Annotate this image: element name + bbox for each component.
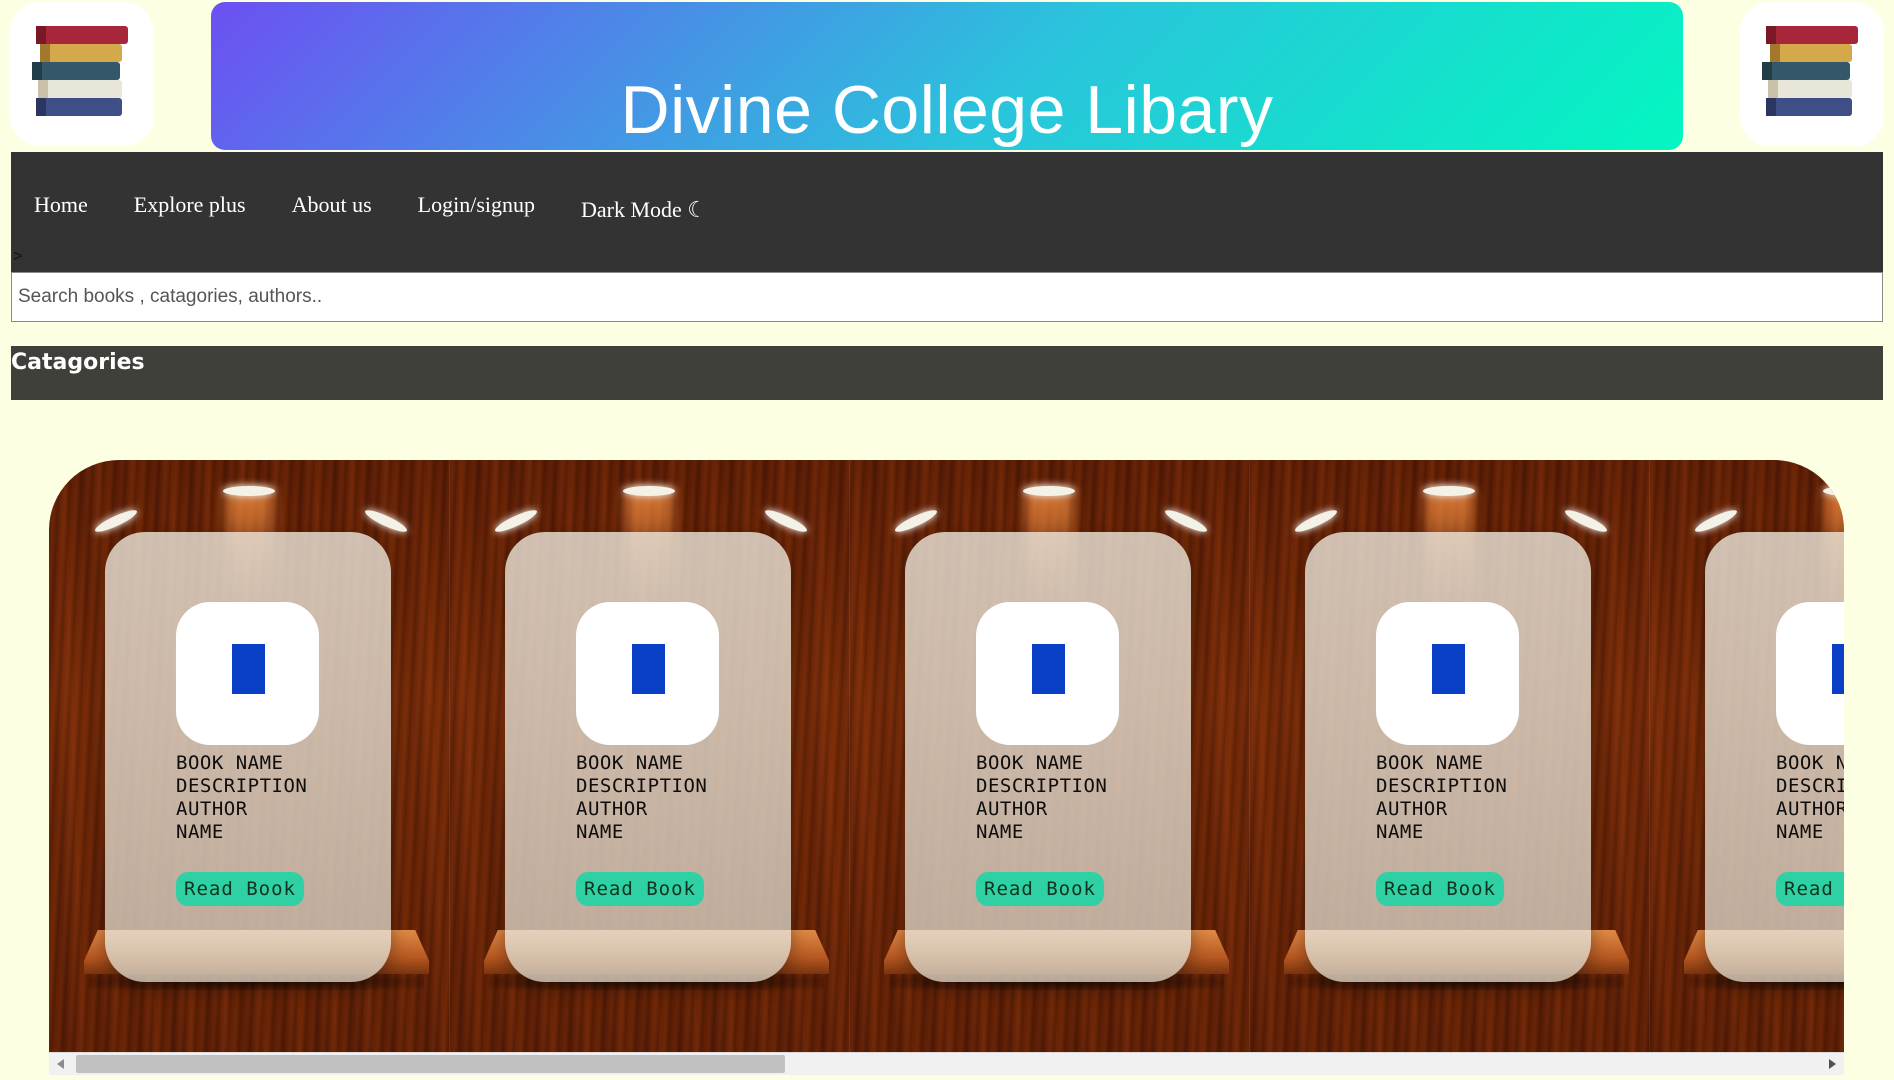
book-icon-box bbox=[1376, 602, 1519, 745]
book-info: BOOK NAME DESCRIPTION AUTHOR NAME bbox=[176, 752, 307, 844]
book-card: BOOK NAME DESCRIPTION AUTHOR NAME Read B… bbox=[905, 532, 1191, 982]
shelf-bay: BOOK NAME DESCRIPTION AUTHOR NAME Read B… bbox=[49, 460, 450, 1052]
scroll-right-arrow-icon[interactable] bbox=[1829, 1059, 1836, 1069]
lamp bbox=[893, 506, 939, 536]
book-info: BOOK NAME DESCRIPTION AUTHOR NAME bbox=[576, 752, 707, 844]
read-book-button[interactable]: Read Book bbox=[976, 872, 1104, 906]
book-author-name: NAME bbox=[176, 821, 224, 843]
bookshelf-carousel[interactable]: BOOK NAME DESCRIPTION AUTHOR NAME Read B… bbox=[49, 460, 1844, 1052]
read-book-button[interactable]: Read Book bbox=[1776, 872, 1844, 906]
search-input[interactable] bbox=[11, 272, 1883, 322]
shelf-bay: BOOK NAME DESCRIPTION AUTHOR NAME Read B… bbox=[1649, 460, 1844, 1052]
books-stack-icon bbox=[10, 2, 154, 146]
book-name: BOOK NAME bbox=[1776, 752, 1844, 774]
book-icon-box bbox=[976, 602, 1119, 745]
stray-text: > bbox=[13, 248, 23, 265]
categories-bar: Catagories bbox=[11, 346, 1883, 400]
lamp bbox=[223, 486, 275, 496]
lamp bbox=[93, 506, 139, 536]
book-description: DESCRIPTION bbox=[1376, 775, 1508, 797]
book-author: AUTHOR bbox=[976, 798, 1048, 820]
books-stack-icon bbox=[1740, 2, 1884, 146]
book-name: BOOK NAME bbox=[1376, 752, 1484, 774]
dark-mode-toggle[interactable]: Dark Mode ☾ bbox=[581, 197, 707, 223]
shelf-bay: BOOK NAME DESCRIPTION AUTHOR NAME Read B… bbox=[449, 460, 850, 1052]
lamp bbox=[763, 506, 809, 536]
lamp bbox=[1163, 506, 1209, 536]
book-author: AUTHOR bbox=[176, 798, 248, 820]
categories-heading: Catagories bbox=[11, 350, 145, 375]
book-author: AUTHOR bbox=[1376, 798, 1448, 820]
nav-item-login-signup[interactable]: Login/signup bbox=[418, 192, 535, 223]
book-card: BOOK NAME DESCRIPTION AUTHOR NAME Read B… bbox=[1705, 532, 1844, 982]
horizontal-scrollbar[interactable] bbox=[49, 1052, 1844, 1075]
nav-item-about-us[interactable]: About us bbox=[292, 192, 372, 223]
book-description: DESCRIPTION bbox=[176, 775, 308, 797]
shelf-bay: BOOK NAME DESCRIPTION AUTHOR NAME Read B… bbox=[1249, 460, 1650, 1052]
book-icon-box bbox=[176, 602, 319, 745]
book-author-name: NAME bbox=[576, 821, 624, 843]
lamp bbox=[363, 506, 409, 536]
header-banner: Divine College Libary bbox=[211, 2, 1683, 150]
book-icon bbox=[232, 644, 265, 694]
page-title: Divine College Libary bbox=[620, 72, 1274, 148]
read-book-button[interactable]: Read Book bbox=[576, 872, 704, 906]
book-author: AUTHOR bbox=[1776, 798, 1844, 820]
book-card: BOOK NAME DESCRIPTION AUTHOR NAME Read B… bbox=[105, 532, 391, 982]
book-card: BOOK NAME DESCRIPTION AUTHOR NAME Read B… bbox=[1305, 532, 1591, 982]
nav-item-explore-plus[interactable]: Explore plus bbox=[134, 192, 246, 223]
book-description: DESCRIPTION bbox=[976, 775, 1108, 797]
scroll-left-arrow-icon[interactable] bbox=[57, 1059, 64, 1069]
top-nav: Home Explore plus About us Login/signup … bbox=[11, 152, 1883, 272]
book-author-name: NAME bbox=[1776, 821, 1824, 843]
book-icon bbox=[1432, 644, 1465, 694]
book-name: BOOK NAME bbox=[176, 752, 284, 774]
book-description: DESCRIPTION bbox=[1776, 775, 1844, 797]
lamp bbox=[1293, 506, 1339, 536]
lamp bbox=[623, 486, 675, 496]
lamp bbox=[1023, 486, 1075, 496]
lamp bbox=[1423, 486, 1475, 496]
lamp bbox=[1563, 506, 1609, 536]
book-info: BOOK NAME DESCRIPTION AUTHOR NAME bbox=[1376, 752, 1507, 844]
lamp bbox=[1693, 506, 1739, 536]
book-icon-box bbox=[1776, 602, 1844, 745]
book-author-name: NAME bbox=[1376, 821, 1424, 843]
book-author-name: NAME bbox=[976, 821, 1024, 843]
read-book-button[interactable]: Read Book bbox=[1376, 872, 1504, 906]
nav-item-home[interactable]: Home bbox=[34, 192, 88, 223]
book-icon bbox=[1032, 644, 1065, 694]
read-book-button[interactable]: Read Book bbox=[176, 872, 304, 906]
book-icon bbox=[632, 644, 665, 694]
book-info: BOOK NAME DESCRIPTION AUTHOR NAME bbox=[1776, 752, 1844, 844]
book-icon-box bbox=[576, 602, 719, 745]
book-description: DESCRIPTION bbox=[576, 775, 708, 797]
scrollbar-thumb[interactable] bbox=[76, 1055, 785, 1073]
book-name: BOOK NAME bbox=[576, 752, 684, 774]
book-card: BOOK NAME DESCRIPTION AUTHOR NAME Read B… bbox=[505, 532, 791, 982]
book-info: BOOK NAME DESCRIPTION AUTHOR NAME bbox=[976, 752, 1107, 844]
book-name: BOOK NAME bbox=[976, 752, 1084, 774]
book-author: AUTHOR bbox=[576, 798, 648, 820]
shelf-bay: BOOK NAME DESCRIPTION AUTHOR NAME Read B… bbox=[849, 460, 1250, 1052]
book-icon bbox=[1832, 644, 1844, 694]
lamp bbox=[493, 506, 539, 536]
